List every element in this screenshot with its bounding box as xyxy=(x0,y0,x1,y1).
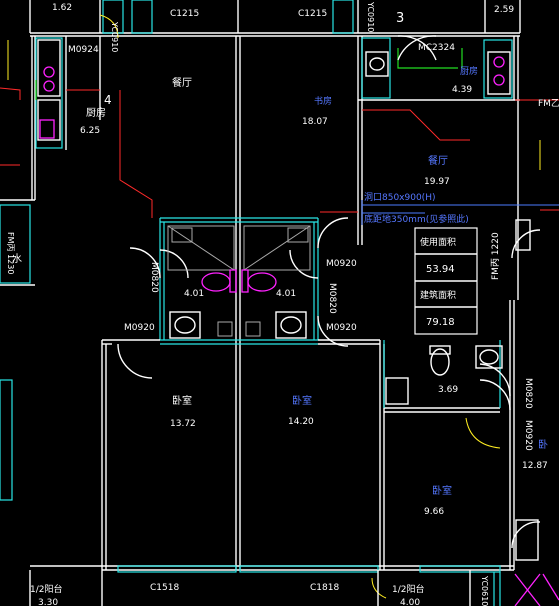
door-center-right-lower: M0920 xyxy=(326,323,357,333)
top-dim-left: 1.62 xyxy=(52,3,72,13)
door-center-right-upper: M0920 xyxy=(326,259,357,269)
top-window-1: YC0910 xyxy=(110,21,119,52)
top-window-4: YC0910 xyxy=(366,1,375,32)
bath-right-area: 4.01 xyxy=(276,289,296,299)
kitchen-sink-icon xyxy=(365,51,511,95)
bedroom-mid-label: 卧室 xyxy=(292,394,312,407)
top-number: 3 xyxy=(396,11,404,26)
room-top-right-area: 18.07 xyxy=(302,117,328,127)
bottom-window-1: C1518 xyxy=(150,583,179,593)
door-right-mid: FM丙 1220 xyxy=(490,232,501,280)
floor-plan: 1.62 YC0910 C1215 C1215 YC0910 3 2.59 M0… xyxy=(0,0,559,606)
top-window-2: C1215 xyxy=(170,9,199,19)
stove-icon xyxy=(37,39,539,561)
door-far-right-lower: M0920 xyxy=(523,420,533,451)
fixtures xyxy=(37,39,539,561)
door-center-right-mid: M0820 xyxy=(327,283,337,314)
door-left-shaft: M0820 xyxy=(149,262,159,293)
door-far-right-top: FM乙 xyxy=(538,98,559,109)
bedroom-right-label: 卧室 xyxy=(432,484,452,497)
bedroom-far-right-area: 12.87 xyxy=(522,461,548,471)
bedroom-right-area: 9.66 xyxy=(424,507,444,517)
door-left-lower: M0920 xyxy=(124,323,155,333)
living-label: 餐厅 xyxy=(428,154,448,167)
bottom-balcony-left: 1/2阳台 xyxy=(30,583,63,595)
top-window-3: C1215 xyxy=(298,9,327,19)
bottom-strip-lines xyxy=(29,570,559,606)
right-kitchen-area: 4.39 xyxy=(452,85,472,95)
bath-small-area: 3.69 xyxy=(438,385,458,395)
bottom-balcony-right: 1/2阳台 xyxy=(392,583,425,595)
bottom-window-2: C1818 xyxy=(310,583,339,593)
walls xyxy=(0,0,521,571)
area-table-value-1: 53.94 xyxy=(426,264,455,275)
left-edge-char: 水 xyxy=(12,253,22,265)
left-kitchen-door: M0924 xyxy=(68,45,99,55)
area-table-label-2: 建筑面积 xyxy=(420,289,456,301)
area-table-value-2: 79.18 xyxy=(426,317,455,328)
area-table-label-1: 使用面积 xyxy=(420,236,456,248)
bath-left-area: 4.01 xyxy=(184,289,204,299)
left-kitchen-area: 6.25 xyxy=(80,126,100,136)
dining-label: 餐厅 xyxy=(172,76,192,89)
right-kitchen-label: 厨房 xyxy=(460,65,478,77)
left-kitchen-mark: 4 xyxy=(104,93,112,107)
door-small-bath: M0820 xyxy=(523,378,533,409)
bottom-window-3: YC0610 xyxy=(480,575,489,606)
bedroom-left-area: 13.72 xyxy=(170,419,196,429)
bedroom-mid-area: 14.20 xyxy=(288,417,314,427)
right-kitchen-door: MC2324 xyxy=(418,43,455,53)
left-kitchen-label: 厨房 xyxy=(86,106,106,119)
red-boundaries xyxy=(0,87,559,218)
bedroom-left-label: 卧室 xyxy=(172,394,192,407)
note-sill: 底距地350mm(见参照此) xyxy=(364,213,469,225)
bottom-dim-right: 4.00 xyxy=(400,598,420,606)
note-opening: 洞口850x900(H) xyxy=(364,192,435,203)
bottom-dim-left: 3.30 xyxy=(38,598,58,606)
top-dim-right: 2.59 xyxy=(494,5,514,15)
living-area: 19.97 xyxy=(424,177,450,187)
bedroom-far-right-label: 卧 xyxy=(538,438,548,451)
room-top-right-label: 书房 xyxy=(314,95,332,107)
